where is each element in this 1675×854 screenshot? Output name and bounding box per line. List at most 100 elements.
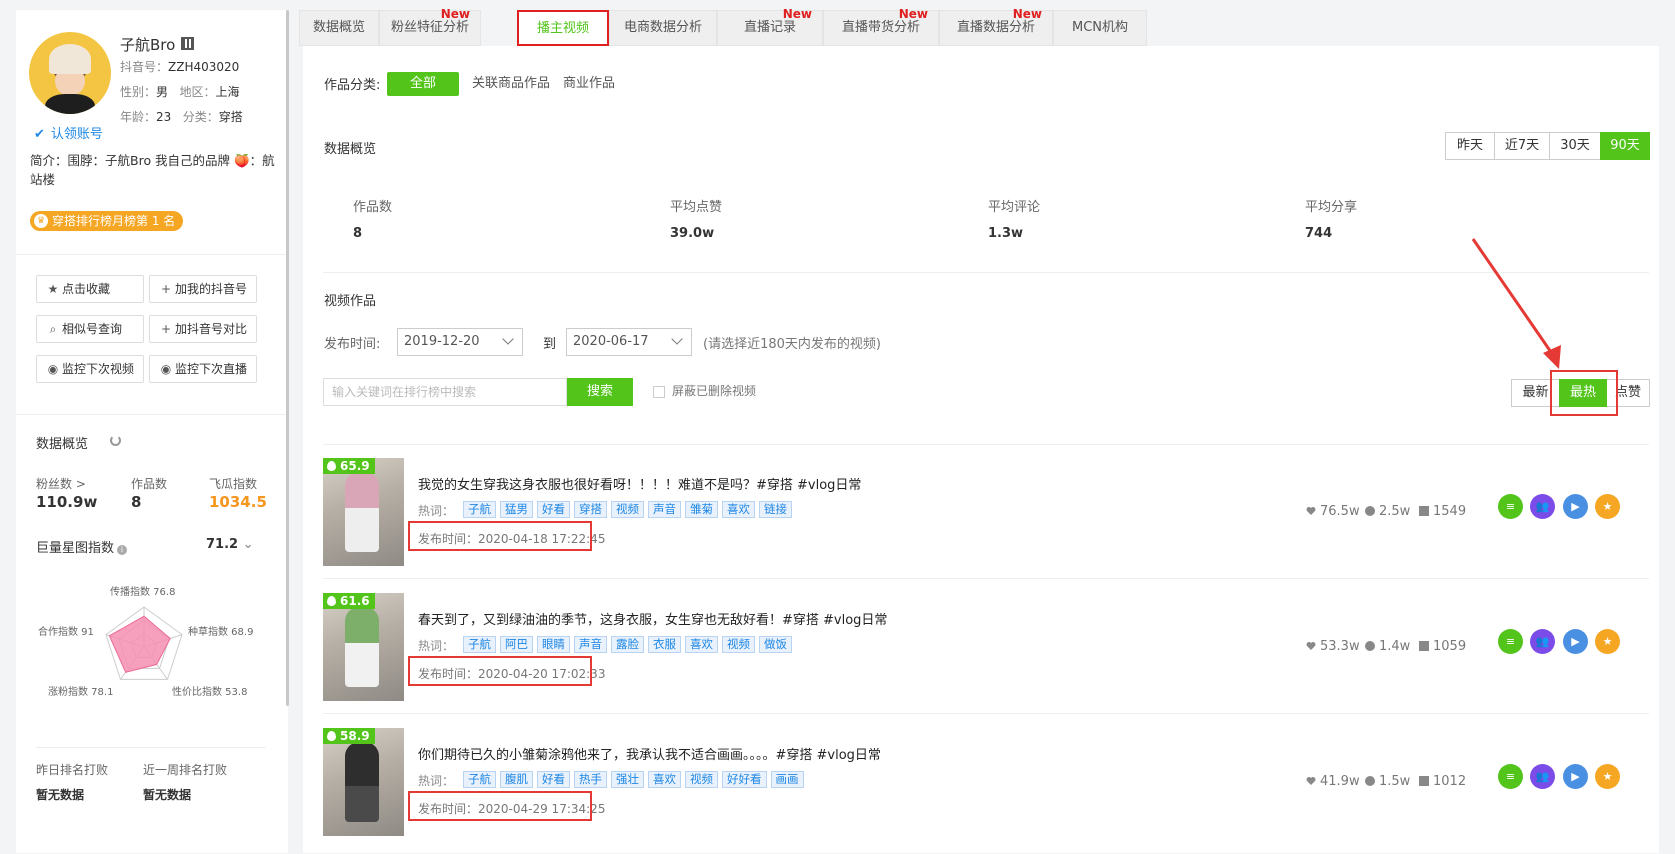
range-30d[interactable]: 30天 [1549, 132, 1601, 160]
tab-fans-analysis[interactable]: 粉丝特征分析 New [379, 7, 481, 46]
tab-mcn[interactable]: MCN机构 [1053, 10, 1147, 46]
heart-icon [1306, 641, 1316, 651]
range-7d[interactable]: 近7天 [1494, 132, 1550, 160]
tab-live-records[interactable]: 直播记录 New [717, 7, 823, 46]
hot-word-tag[interactable]: 露脸 [611, 636, 644, 653]
comment-icon [1365, 776, 1375, 786]
play-button[interactable]: ▶ [1563, 764, 1588, 789]
add-my-douyin-button[interactable]: + 加我的抖音号 [149, 275, 257, 303]
week-rank-value: 暂无数据 [143, 788, 192, 802]
audience-button[interactable]: 👥 [1530, 494, 1555, 519]
hot-word-tag[interactable]: 强壮 [611, 771, 644, 788]
search-button[interactable]: 搜索 [567, 378, 633, 406]
video-title[interactable]: 春天到了，又到绿油油的季节，这身衣服，女生穿也无敌好看！#穿搭 #vlog日常 [418, 609, 887, 628]
shares-count: 1012 [1419, 774, 1466, 789]
hot-word-tag[interactable]: 子航 [463, 501, 496, 518]
hot-word-tag[interactable]: 雏菊 [685, 501, 718, 518]
claim-account-link[interactable]: ✔ 认领账号 [34, 123, 103, 142]
hot-word-tag[interactable]: 好好看 [722, 771, 767, 788]
compare-button[interactable]: + 加抖音号对比 [149, 315, 257, 343]
category-label: 作品分类: [324, 78, 381, 93]
qrcode-icon[interactable] [181, 37, 194, 50]
video-row[interactable]: 61.6 春天到了，又到绿油油的季节，这身衣服，女生穿也无敌好看！#穿搭 #vl… [323, 593, 1659, 719]
sidebar-scrollbar[interactable] [286, 10, 289, 706]
hot-word-tag[interactable]: 衣服 [648, 636, 681, 653]
tab-live-data[interactable]: 直播数据分析 New [939, 7, 1053, 46]
favorite-button[interactable]: ★ [1595, 494, 1620, 519]
detail-button[interactable]: ≡ [1498, 494, 1523, 519]
video-thumbnail[interactable] [323, 728, 404, 836]
hot-word-tag[interactable]: 声音 [574, 636, 607, 653]
similar-search-button[interactable]: ⌕ 相似号查询 [36, 315, 144, 343]
detail-button[interactable]: ≡ [1498, 629, 1523, 654]
hot-word-tag[interactable]: 视频 [722, 636, 755, 653]
monitor-video-button[interactable]: ◉ 监控下次视频 [36, 355, 144, 383]
video-thumbnail[interactable] [323, 593, 404, 701]
collect-button[interactable]: ★ 点击收藏 [36, 275, 144, 303]
video-thumbnail[interactable] [323, 458, 404, 566]
monitor-live-button[interactable]: ◉ 监控下次直播 [149, 355, 257, 383]
eye-icon: ◉ [160, 362, 172, 376]
hot-word-tag[interactable]: 视频 [685, 771, 718, 788]
date-to-picker[interactable]: 2020-06-17 [566, 328, 692, 356]
hot-word-tag[interactable]: 好看 [537, 771, 570, 788]
favorite-button[interactable]: ★ [1595, 764, 1620, 789]
filter-all[interactable]: 全部 [387, 72, 459, 96]
audience-button[interactable]: 👥 [1530, 764, 1555, 789]
refresh-icon[interactable] [110, 435, 121, 446]
hot-score: 58.9 [323, 728, 375, 744]
video-row[interactable]: 65.9 我觉的女生穿我这身衣服也很好看呀！！！！难道不是吗？#穿搭 #vlog… [323, 458, 1659, 584]
hot-word-tag[interactable]: 声音 [648, 501, 681, 518]
detail-button[interactable]: ≡ [1498, 764, 1523, 789]
filter-commercial[interactable]: 商业作品 [561, 72, 617, 96]
hot-word-tag[interactable]: 好看 [537, 501, 570, 518]
hot-word-tag[interactable]: 喜欢 [722, 501, 755, 518]
tab-data-overview[interactable]: 数据概览 [299, 10, 379, 46]
info-icon[interactable]: i [117, 545, 128, 555]
hot-word-tag[interactable]: 猛男 [500, 501, 533, 518]
overview-title: 数据概览 [36, 437, 89, 452]
hot-words-label: 热词： [418, 774, 455, 788]
tab-live-sales[interactable]: 直播带货分析 New [823, 7, 939, 46]
hot-word-tag[interactable]: 腹肌 [500, 771, 533, 788]
hot-word-tag[interactable]: 热手 [574, 771, 607, 788]
date-from-picker[interactable]: 2019-12-20 [397, 328, 523, 356]
juliang-value[interactable]: 71.2 ⌄ [206, 537, 254, 552]
hot-word-tag[interactable]: 喜欢 [648, 771, 681, 788]
hot-word-tag[interactable]: 阿巴 [500, 636, 533, 653]
fans-value: 110.9w [36, 493, 98, 511]
video-title[interactable]: 我觉的女生穿我这身衣服也很好看呀！！！！难道不是吗？#穿搭 #vlog日常 [418, 474, 861, 493]
profile-actions: ★ 点击收藏 + 加我的抖音号 ⌕ 相似号查询 + 加抖音号对比 ◉ 监控下次视频 ◉ 监控… [16, 255, 288, 415]
range-yesterday[interactable]: 昨天 [1445, 132, 1495, 160]
hot-word-tag[interactable]: 视频 [611, 501, 644, 518]
video-row[interactable]: 58.9 你们期待已久的小雏菊涂鸦他来了，我承认我不适合画画。。。。#穿搭 #v… [323, 728, 1659, 854]
play-button[interactable]: ▶ [1563, 629, 1588, 654]
range-90d[interactable]: 90天 [1600, 132, 1650, 160]
audience-button[interactable]: 👥 [1530, 629, 1555, 654]
hot-word-tag[interactable]: 画画 [770, 771, 804, 788]
search-input[interactable]: 输入关键词在排行榜中搜索 [323, 378, 567, 406]
hot-word-tag[interactable]: 子航 [463, 636, 496, 653]
hot-word-tag[interactable]: 喜欢 [685, 636, 718, 653]
hot-word-tag[interactable]: 链接 [759, 501, 792, 518]
tab-ecommerce[interactable]: 电商数据分析 [609, 10, 717, 46]
videos-panel: 作品分类: 全部 关联商品作品 商业作品 数据概览 昨天 近7天 30天 90天… [303, 46, 1659, 853]
tab-creator-videos[interactable]: 播主视频 [517, 10, 609, 46]
play-button[interactable]: ▶ [1563, 494, 1588, 519]
video-title[interactable]: 你们期待已久的小雏菊涂鸦他来了，我承认我不适合画画。。。。#穿搭 #vlog日常 [418, 744, 881, 763]
hot-word-tag[interactable]: 做饭 [759, 636, 792, 653]
works-label: 作品数 [131, 477, 168, 491]
hot-score: 61.6 [323, 593, 375, 609]
plus-icon: + [160, 282, 172, 296]
rank-badge[interactable]: ♛ 穿搭排行榜月榜第 1 名 [30, 211, 184, 231]
fans-label[interactable]: 粉丝数 > [36, 475, 86, 492]
chevron-down-icon: ⌄ [242, 537, 254, 552]
favorite-button[interactable]: ★ [1595, 629, 1620, 654]
filter-related[interactable]: 关联商品作品 [471, 72, 551, 96]
hot-words-label: 热词： [418, 504, 455, 518]
hide-deleted-checkbox[interactable] [653, 386, 665, 398]
hot-word-tag[interactable]: 子航 [463, 771, 496, 788]
comment-icon [1365, 641, 1375, 651]
hot-word-tag[interactable]: 穿搭 [574, 501, 607, 518]
hot-word-tag[interactable]: 眼睛 [537, 636, 570, 653]
